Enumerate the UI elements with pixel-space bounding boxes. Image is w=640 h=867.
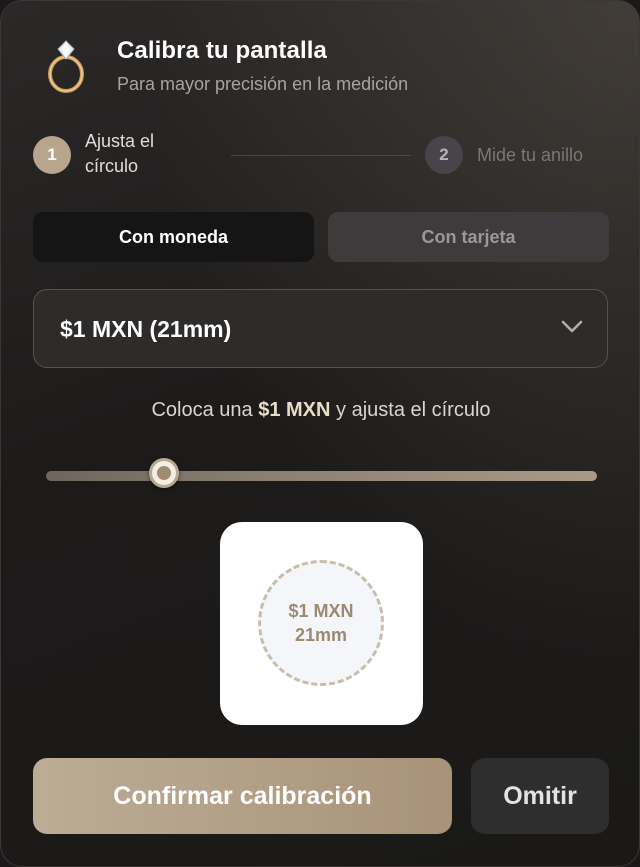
instruction-text: Coloca una $1 MXN y ajusta el círculo — [151, 399, 491, 421]
coin-preview-card: $1 MXN 21mm — [220, 522, 423, 725]
size-slider-track[interactable] — [46, 471, 597, 481]
step-1-label: Ajusta el círculo — [85, 131, 155, 176]
skip-button[interactable]: Omitir — [471, 758, 609, 834]
coin-select[interactable]: $1 MXN (21mm) — [33, 289, 608, 368]
calibration-panel: Calibra tu pantalla Para mayor precisión… — [0, 0, 640, 867]
coin-select-value: $1 MXN (21mm) — [60, 316, 232, 342]
size-slider-thumb[interactable] — [149, 458, 180, 488]
ring-icon — [48, 40, 84, 93]
tab-con-tarjeta[interactable]: Con tarjeta — [328, 212, 609, 262]
tab-con-moneda[interactable]: Con moneda — [33, 212, 314, 262]
step-1-badge: 1 — [33, 136, 71, 174]
coin-size: 21mm — [294, 625, 348, 645]
coin-circle[interactable]: $1 MXN 21mm — [258, 560, 384, 686]
step-divider — [231, 155, 411, 156]
step-2-badge: 2 — [425, 136, 463, 174]
page-subtitle: Para mayor precisión en la medición — [117, 74, 409, 94]
step-2-label: Mide tu anillo — [477, 145, 584, 165]
confirm-calibration-button[interactable]: Confirmar calibración — [33, 758, 452, 834]
page-title: Calibra tu pantalla — [117, 37, 327, 64]
coin-name: $1 MXN — [288, 601, 354, 621]
instruction-coin-highlight: $1 MXN — [258, 399, 331, 421]
chevron-down-icon — [561, 320, 583, 333]
